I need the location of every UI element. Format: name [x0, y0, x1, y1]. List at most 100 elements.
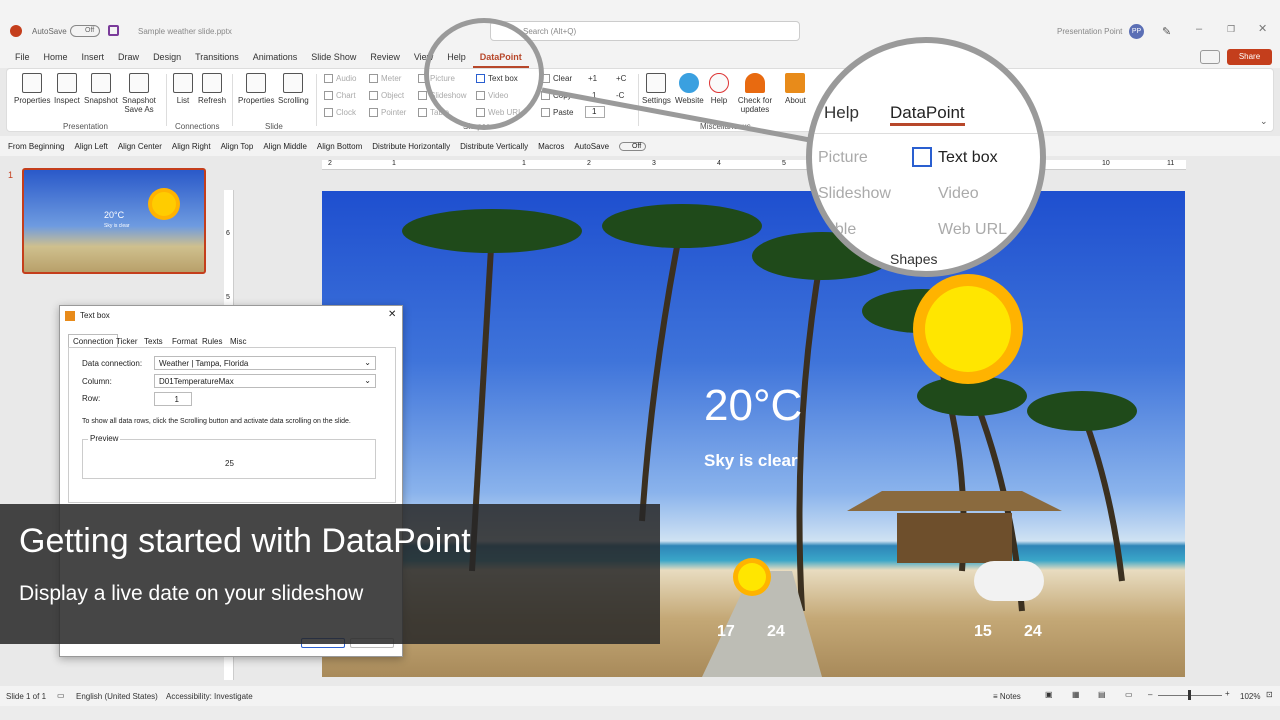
comments-icon[interactable]	[1200, 50, 1220, 64]
scrolling-button[interactable]: Scrolling	[278, 73, 309, 105]
copy-icon	[541, 91, 550, 100]
align-bottom-button[interactable]: Align Bottom	[317, 142, 362, 151]
accessibility-status[interactable]: Accessibility: Investigate	[166, 692, 253, 701]
help-button[interactable]: Help	[709, 73, 729, 105]
from-beginning-button[interactable]: From Beginning	[8, 142, 64, 151]
tab-home[interactable]: Home	[37, 46, 75, 68]
ribbon-collapse-icon[interactable]: ⌄	[1260, 116, 1268, 127]
chart-button[interactable]: Chart	[324, 91, 356, 100]
day2-high: 24	[1024, 623, 1042, 640]
reading-view-icon[interactable]: ▤	[1098, 690, 1106, 699]
slide-thumbnail[interactable]: 20°C Sky is clear	[22, 168, 206, 274]
column-select[interactable]: D01TemperatureMax ⌄	[154, 374, 376, 388]
clock-button[interactable]: Clock	[324, 108, 356, 117]
slide-properties-button[interactable]: Properties	[238, 73, 274, 105]
align-top-button[interactable]: Align Top	[221, 142, 254, 151]
preview-box: Preview 25	[82, 434, 376, 479]
inspect-button[interactable]: Inspect	[54, 73, 80, 105]
mag-video: Video	[938, 185, 979, 202]
column-label: Column:	[82, 377, 112, 386]
slideshow-view-icon[interactable]: ▭	[1125, 690, 1133, 699]
settings-icon	[646, 73, 667, 93]
dialog-tab-misc[interactable]: Misc	[230, 337, 246, 346]
banner-subtitle: Display a live date on your slideshow	[19, 582, 364, 605]
tab-slide-show[interactable]: Slide Show	[304, 46, 363, 68]
slide-properties-icon	[246, 73, 267, 93]
file-name: Sample weather slide.pptx	[138, 27, 232, 36]
snapshot-button[interactable]: Snapshot	[84, 73, 118, 105]
zoom-out-icon[interactable]: –	[1148, 690, 1152, 699]
search-box[interactable]: Search (Alt+Q)	[490, 21, 800, 41]
autosave-toggle[interactable]: Off	[70, 25, 100, 37]
sun-icon	[925, 286, 1011, 372]
tab-design[interactable]: Design	[146, 46, 188, 68]
pointer-button[interactable]: Pointer	[369, 108, 406, 117]
save-icon[interactable]	[108, 25, 119, 36]
zoom-level[interactable]: 102%	[1240, 692, 1260, 701]
clear-button[interactable]: Clear	[541, 74, 572, 83]
snapshot-icon	[90, 73, 111, 93]
dialog-tab-connection[interactable]: Connection	[68, 334, 119, 348]
paste-button[interactable]: Paste	[541, 108, 573, 117]
close-window-icon[interactable]: ✕	[1258, 22, 1267, 35]
macros-button[interactable]: Macros	[538, 142, 564, 151]
dialog-tab-texts[interactable]: Texts	[144, 337, 163, 346]
condition-text: Sky is clear	[704, 451, 798, 470]
restore-icon[interactable]: ❐	[1227, 24, 1235, 35]
tab-transitions[interactable]: Transitions	[188, 46, 246, 68]
tab-insert[interactable]: Insert	[75, 46, 112, 68]
mag-picture: Picture	[818, 149, 868, 166]
fit-slide-icon[interactable]: ⊡	[1266, 690, 1273, 699]
plus-c-button[interactable]: +C	[616, 74, 626, 83]
snapshot-save-as-button[interactable]: Snapshot Save As	[121, 73, 157, 114]
dialog-close-icon[interactable]: ✕	[388, 309, 396, 320]
minimize-icon[interactable]: –	[1196, 23, 1202, 35]
dialog-tab-format[interactable]: Format	[172, 337, 197, 346]
dialog-tab-ticker[interactable]: Ticker	[116, 337, 137, 346]
meter-button[interactable]: Meter	[369, 74, 401, 83]
spellcheck-icon[interactable]: ▭	[57, 691, 65, 700]
copy-button[interactable]: Copy	[541, 91, 572, 100]
website-button[interactable]: Website	[675, 73, 704, 105]
tab-draw[interactable]: Draw	[111, 46, 146, 68]
dialog-tab-rules[interactable]: Rules	[202, 337, 222, 346]
settings-button[interactable]: Settings	[642, 73, 671, 105]
zoom-in-icon[interactable]: +	[1225, 689, 1230, 698]
tab-review[interactable]: Review	[363, 46, 407, 68]
align-center-button[interactable]: Align Center	[118, 142, 162, 151]
data-connection-select[interactable]: Weather | Tampa, Florida ⌄	[154, 356, 376, 370]
zoom-slider-thumb[interactable]	[1188, 690, 1191, 700]
slide-sorter-icon[interactable]: ▦	[1072, 690, 1080, 699]
distribute-horizontally-button[interactable]: Distribute Horizontally	[372, 142, 450, 151]
dialog-hint: To show all data rows, click the Scrolli…	[82, 418, 351, 425]
check-updates-button[interactable]: Check for updates	[736, 73, 774, 114]
user-avatar[interactable]: PP	[1129, 24, 1144, 39]
align-right-button[interactable]: Align Right	[172, 142, 211, 151]
plus-one-button[interactable]: +1	[588, 74, 597, 83]
qt-autosave-toggle[interactable]: Off	[619, 141, 647, 151]
object-button[interactable]: Object	[369, 91, 404, 100]
list-button[interactable]: List	[173, 73, 193, 105]
notes-button[interactable]: ≡ Notes	[993, 692, 1021, 701]
day2-low: 15	[974, 623, 992, 640]
pen-icon[interactable]: ✎	[1162, 25, 1171, 38]
counter-input[interactable]: 1	[585, 106, 605, 118]
lifebuoy-icon	[709, 73, 729, 93]
properties-icon	[22, 73, 43, 93]
refresh-button[interactable]: Refresh	[198, 73, 226, 105]
about-button[interactable]: About	[785, 73, 806, 105]
share-button[interactable]: Share	[1227, 49, 1272, 65]
normal-view-icon[interactable]: ▣	[1045, 690, 1053, 699]
align-left-button[interactable]: Align Left	[74, 142, 107, 151]
align-middle-button[interactable]: Align Middle	[263, 142, 307, 151]
mag-divider	[812, 133, 1040, 134]
properties-button[interactable]: Properties	[14, 73, 50, 105]
language[interactable]: English (United States)	[76, 692, 158, 701]
tab-animations[interactable]: Animations	[246, 46, 305, 68]
minus-c-button[interactable]: -C	[616, 91, 624, 100]
audio-button[interactable]: Audio	[324, 74, 356, 83]
distribute-vertically-button[interactable]: Distribute Vertically	[460, 142, 528, 151]
row-stepper[interactable]: 1	[154, 392, 192, 406]
tab-file[interactable]: File	[8, 46, 37, 68]
video-title-banner: Getting started with DataPoint Display a…	[0, 504, 660, 644]
